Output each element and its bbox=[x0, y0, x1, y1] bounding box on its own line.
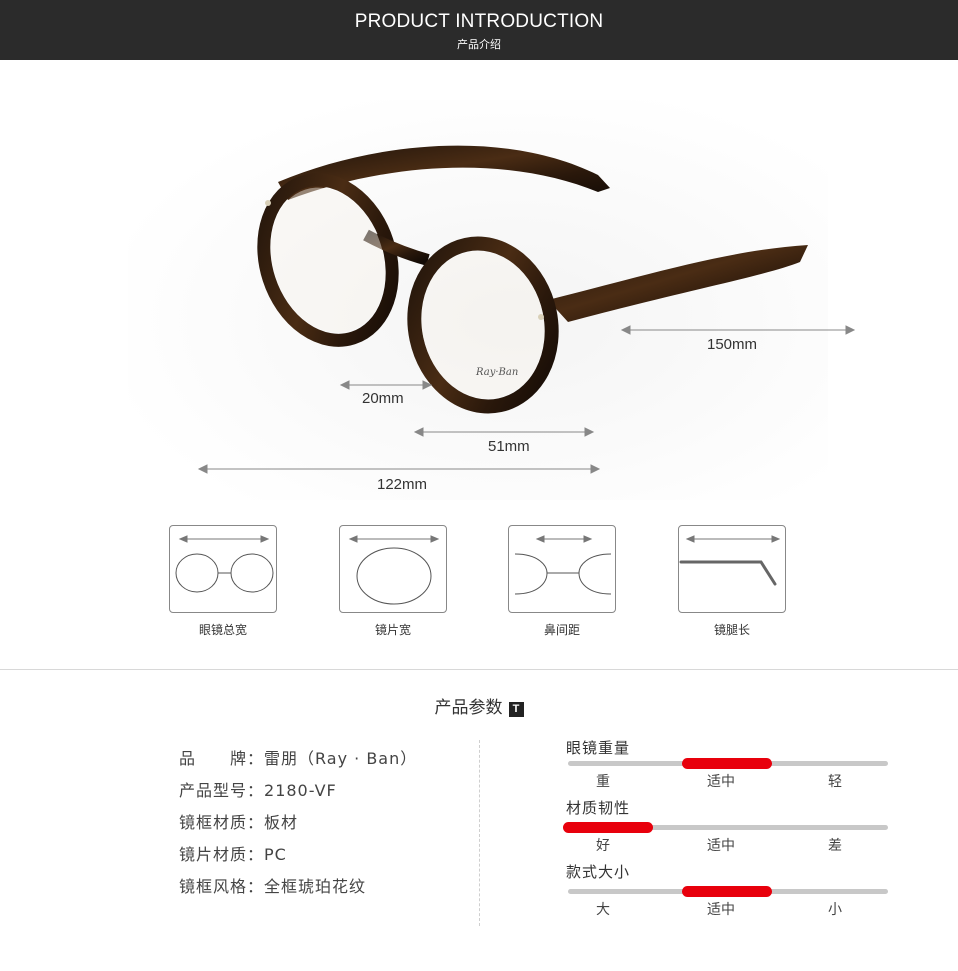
spec-value: 2180-VF bbox=[264, 781, 337, 800]
glasses-product-image: Ray·Ban bbox=[128, 100, 828, 500]
temple-length-caption: 镜腿长 bbox=[713, 623, 750, 637]
spec-label: 镜框风格： bbox=[179, 877, 265, 896]
meter-size-track bbox=[568, 886, 888, 897]
params-heading: 产品参数 T bbox=[0, 693, 958, 718]
meter-weight-fill bbox=[682, 758, 772, 769]
meter-weight-mid-label: 适中 bbox=[707, 774, 735, 790]
total-width-caption: 眼镜总宽 bbox=[198, 623, 247, 637]
params-title-badge: T bbox=[508, 702, 524, 717]
spec-value: PC bbox=[264, 845, 287, 864]
section-divider bbox=[0, 669, 958, 670]
spec-row-frame-material: 镜框材质：板材 bbox=[179, 809, 298, 833]
total-width-label: 122mm bbox=[377, 476, 428, 493]
spec-row-lens-material: 镜片材质：PC bbox=[179, 841, 287, 865]
spec-row-frame-style: 镜框风格：全框琥珀花纹 bbox=[179, 873, 366, 897]
spec-value: 全框琥珀花纹 bbox=[264, 877, 367, 896]
total-width-icon bbox=[169, 525, 277, 613]
spec-value: 雷朋（Ray · Ban） bbox=[264, 749, 418, 768]
spec-row-model: 产品型号：2180-VF bbox=[179, 777, 337, 801]
meter-size-fill bbox=[682, 886, 772, 897]
spec-label: 镜框材质： bbox=[179, 813, 265, 832]
spec-label: 品 牌： bbox=[179, 749, 265, 768]
meter-size-high-label: 小 bbox=[828, 902, 842, 918]
params-title: 产品参数 bbox=[434, 698, 503, 718]
meter-toughness-high-label: 差 bbox=[828, 838, 842, 854]
header-subtitle: 产品介绍 bbox=[457, 38, 501, 51]
meter-weight-title: 眼镜重量 bbox=[566, 739, 631, 757]
meter-toughness-track bbox=[563, 822, 888, 833]
meter-weight-low-label: 重 bbox=[596, 774, 610, 790]
spec-row-brand: 品 牌：雷朋（Ray · Ban） bbox=[179, 745, 417, 769]
bridge-width-icon bbox=[508, 525, 616, 613]
vertical-divider bbox=[479, 740, 480, 926]
meter-toughness-title: 材质韧性 bbox=[566, 799, 631, 817]
meter-weight-high-label: 轻 bbox=[828, 774, 842, 790]
spec-label: 产品型号： bbox=[179, 781, 265, 800]
meter-toughness-fill bbox=[563, 822, 653, 833]
bridge-width-caption: 鼻间距 bbox=[543, 623, 580, 637]
header-title: PRODUCT INTRODUCTION bbox=[354, 11, 604, 32]
bridge-width-label: 20mm bbox=[362, 390, 404, 407]
meter-size-low-label: 大 bbox=[596, 902, 610, 918]
spec-value: 板材 bbox=[264, 813, 299, 832]
spec-label: 镜片材质： bbox=[179, 845, 265, 864]
meter-toughness-low-label: 好 bbox=[596, 838, 610, 854]
meter-toughness-mid-label: 适中 bbox=[707, 838, 735, 854]
page-header: PRODUCT INTRODUCTION 产品介绍 bbox=[0, 0, 958, 60]
lens-width-caption: 镜片宽 bbox=[374, 623, 411, 637]
lens-width-icon bbox=[339, 525, 447, 613]
meter-size-mid-label: 适中 bbox=[707, 902, 735, 918]
meter-weight-track bbox=[568, 758, 888, 769]
lens-width-label: 51mm bbox=[488, 438, 530, 455]
meter-size-title: 款式大小 bbox=[566, 863, 631, 881]
temple-length-icon bbox=[678, 525, 786, 613]
svg-text:Ray·Ban: Ray·Ban bbox=[475, 367, 518, 378]
temple-length-label: 150mm bbox=[707, 336, 758, 353]
